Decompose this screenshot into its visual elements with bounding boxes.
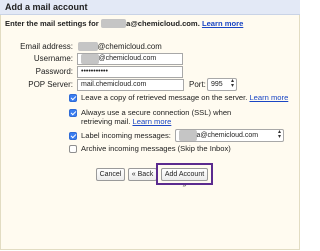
leave-copy-label: Leave a copy of retrieved message on the… bbox=[81, 93, 288, 102]
pop-server-label: POP Server: bbox=[28, 80, 73, 89]
username-value: @chemicloud.com bbox=[98, 55, 157, 62]
port-value: 995 bbox=[211, 81, 223, 88]
redacted-username-part: xxxxx bbox=[81, 54, 99, 64]
add-account-highlight bbox=[156, 163, 213, 185]
label-select[interactable]: xxxxxa@chemicloud.com ▴▾ bbox=[175, 129, 284, 142]
redacted-email-part: xxxxx bbox=[78, 42, 98, 51]
archive-checkbox[interactable] bbox=[69, 145, 77, 153]
email-address-label: Email address: bbox=[20, 42, 73, 51]
dialog-body: Enter the mail settings for xxxxxxa@chem… bbox=[0, 15, 300, 250]
back-button[interactable]: « Back bbox=[128, 168, 157, 181]
instruction-text: Enter the mail settings for xxxxxxa@chem… bbox=[5, 19, 243, 28]
pop-server-input[interactable]: mail.chemicloud.com bbox=[77, 79, 184, 91]
instruction-prefix: Enter the mail settings for bbox=[5, 19, 101, 28]
ssl-learn-more-link[interactable]: Learn more bbox=[133, 117, 172, 126]
select-arrows-icon: ▴ ▾ bbox=[230, 78, 234, 89]
ssl-checkbox[interactable] bbox=[69, 109, 77, 117]
leave-copy-text: Leave a copy of retrieved message on the… bbox=[81, 93, 248, 102]
redacted-label-part: xxxxx bbox=[179, 130, 197, 141]
password-input[interactable]: ••••••••••• bbox=[77, 66, 183, 78]
redacted-email-part: xxxxxx bbox=[100, 19, 127, 28]
add-mail-account-dialog: Add a mail account Enter the mail settin… bbox=[0, 0, 300, 251]
label-incoming-checkbox[interactable] bbox=[69, 132, 77, 140]
dialog-title: Add a mail account bbox=[5, 2, 88, 12]
port-select[interactable]: 995 ▴ ▾ bbox=[207, 78, 237, 91]
leave-copy-learn-more-link[interactable]: Learn more bbox=[249, 93, 288, 102]
dialog-title-bar: Add a mail account bbox=[0, 0, 300, 15]
instruction-email: a@chemicloud.com. bbox=[126, 19, 200, 28]
port-label: Port: bbox=[189, 80, 206, 89]
ssl-label: Always use a secure connection (SSL) whe… bbox=[81, 108, 249, 126]
label-incoming-label: Label incoming messages: bbox=[81, 131, 171, 140]
email-address-value: xxxxx@chemicloud.com bbox=[78, 42, 162, 51]
learn-more-link[interactable]: Learn more bbox=[202, 19, 243, 28]
cancel-button[interactable]: Cancel bbox=[96, 168, 125, 181]
username-label: Username: bbox=[33, 54, 73, 63]
password-label: Password: bbox=[35, 67, 73, 76]
leave-copy-checkbox[interactable] bbox=[69, 94, 77, 102]
archive-label: Archive incoming messages (Skip the Inbo… bbox=[81, 144, 231, 153]
select-arrows-icon: ▴ ▾ bbox=[277, 129, 281, 140]
email-address-text: @chemicloud.com bbox=[97, 42, 162, 51]
label-select-value: a@chemicloud.com bbox=[196, 132, 259, 139]
username-input[interactable]: xxxxx@chemicloud.com bbox=[77, 53, 183, 65]
